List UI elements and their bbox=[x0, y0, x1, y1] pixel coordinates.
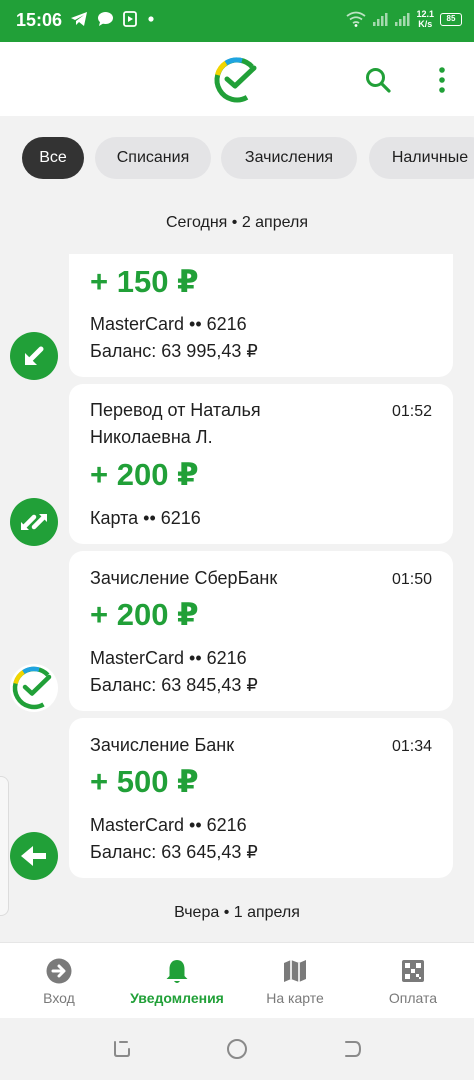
incoming-arrow-badge bbox=[10, 832, 58, 880]
status-notification-icons bbox=[70, 11, 156, 27]
notification-card[interactable]: + 150 ₽ MasterCard •• 6216 Баланс: 63 99… bbox=[69, 254, 453, 377]
sber-badge bbox=[10, 664, 58, 712]
nav-item-label: Оплата bbox=[388, 990, 438, 1006]
nav-item-label: Уведомления bbox=[130, 990, 224, 1006]
nav-item-label: Вход bbox=[43, 990, 75, 1006]
network-speed: 12.1 K/s bbox=[416, 9, 434, 29]
notification-balance: Баланс: 63 645,43 ₽ bbox=[90, 842, 258, 862]
status-system-icons: 12.1 K/s 85 bbox=[346, 9, 462, 29]
notification-amount: + 200 ₽ bbox=[90, 457, 199, 492]
signal-1-icon bbox=[373, 13, 388, 26]
filter-chip-cash[interactable]: Наличные bbox=[369, 137, 474, 179]
notification-card-number: MasterCard •• 6216 bbox=[90, 314, 247, 334]
sber-logo-icon bbox=[214, 57, 260, 103]
edge-panel-handle[interactable] bbox=[0, 776, 9, 916]
sber-logo-icon bbox=[12, 666, 56, 710]
notification-card[interactable]: Зачисление СберБанк 01:50 + 200 ₽ Master… bbox=[69, 551, 453, 711]
transfer-badge bbox=[10, 498, 58, 546]
transfer-arrows-icon bbox=[21, 514, 47, 530]
arrow-down-left-icon bbox=[25, 346, 44, 365]
battery-icon: 85 bbox=[440, 12, 462, 26]
notification-amount: + 500 ₽ bbox=[90, 764, 199, 799]
network-speed-unit: K/s bbox=[418, 19, 433, 29]
wifi-icon bbox=[346, 11, 367, 27]
qr-code-icon bbox=[402, 960, 424, 982]
notification-title: Перевод от Наталья Николаевна Л. bbox=[90, 400, 261, 447]
login-icon bbox=[46, 958, 72, 984]
chat-bubble-icon bbox=[98, 12, 113, 26]
nav-item-login[interactable]: Вход bbox=[0, 943, 118, 1019]
notification-title: Зачисление Банк bbox=[90, 735, 235, 755]
filter-chip-credits[interactable]: Зачисления bbox=[221, 137, 357, 179]
filter-chip-debits[interactable]: Списания bbox=[95, 137, 211, 179]
system-navigation-bar bbox=[0, 1018, 474, 1080]
signal-2-icon bbox=[395, 13, 410, 26]
date-header-today: Сегодня • 2 апреля bbox=[166, 214, 308, 231]
notification-card-number: Карта •• 6216 bbox=[90, 508, 201, 528]
dot-icon bbox=[148, 16, 154, 22]
nav-item-label: На карте bbox=[266, 990, 324, 1006]
nav-item-notifications[interactable]: Уведомления bbox=[118, 943, 236, 1019]
network-speed-value: 12.1 bbox=[416, 9, 434, 19]
recent-apps-button[interactable] bbox=[108, 1036, 134, 1062]
incoming-arrow-badge bbox=[10, 332, 58, 380]
notification-time: 01:50 bbox=[391, 571, 432, 588]
more-options-button[interactable] bbox=[430, 66, 454, 94]
notification-card-number: MasterCard •• 6216 bbox=[90, 648, 247, 668]
home-button[interactable] bbox=[224, 1036, 250, 1062]
telegram-icon bbox=[71, 12, 87, 26]
notification-card[interactable]: Зачисление Банк 01:34 + 500 ₽ MasterCard… bbox=[69, 718, 453, 878]
filter-chips: Все Списания Зачисления Наличные bbox=[0, 137, 474, 181]
date-header-yesterday: Вчера • 1 апреля bbox=[174, 904, 300, 921]
app-bar bbox=[0, 42, 474, 116]
notification-card-number: MasterCard •• 6216 bbox=[90, 815, 247, 835]
status-time: 15:06 bbox=[16, 10, 63, 30]
notification-title: Зачисление СберБанк bbox=[90, 568, 278, 588]
map-icon bbox=[284, 960, 306, 982]
nav-item-map[interactable]: На карте bbox=[236, 943, 354, 1019]
status-bar: 15:06 12.1 K/s 85 bbox=[0, 0, 474, 42]
notification-time: 01:52 bbox=[391, 403, 432, 420]
notification-balance: Баланс: 63 845,43 ₽ bbox=[90, 675, 258, 695]
back-button[interactable] bbox=[340, 1036, 366, 1062]
bottom-navigation: Вход Уведомления На карте Оплата bbox=[0, 942, 474, 1018]
nav-item-payment[interactable]: Оплата bbox=[354, 943, 472, 1019]
bell-icon bbox=[166, 960, 188, 983]
filter-chip-all[interactable]: Все bbox=[22, 137, 84, 179]
search-button[interactable] bbox=[364, 66, 392, 94]
notification-amount: + 150 ₽ bbox=[90, 264, 199, 299]
notification-amount: + 200 ₽ bbox=[90, 597, 199, 632]
arrow-left-icon bbox=[21, 846, 46, 866]
screen-record-icon bbox=[123, 11, 137, 27]
notification-card[interactable]: Перевод от Наталья Николаевна Л. 01:52 +… bbox=[69, 384, 453, 544]
notification-time: 01:34 bbox=[391, 738, 432, 755]
notification-balance: Баланс: 63 995,43 ₽ bbox=[90, 341, 258, 361]
